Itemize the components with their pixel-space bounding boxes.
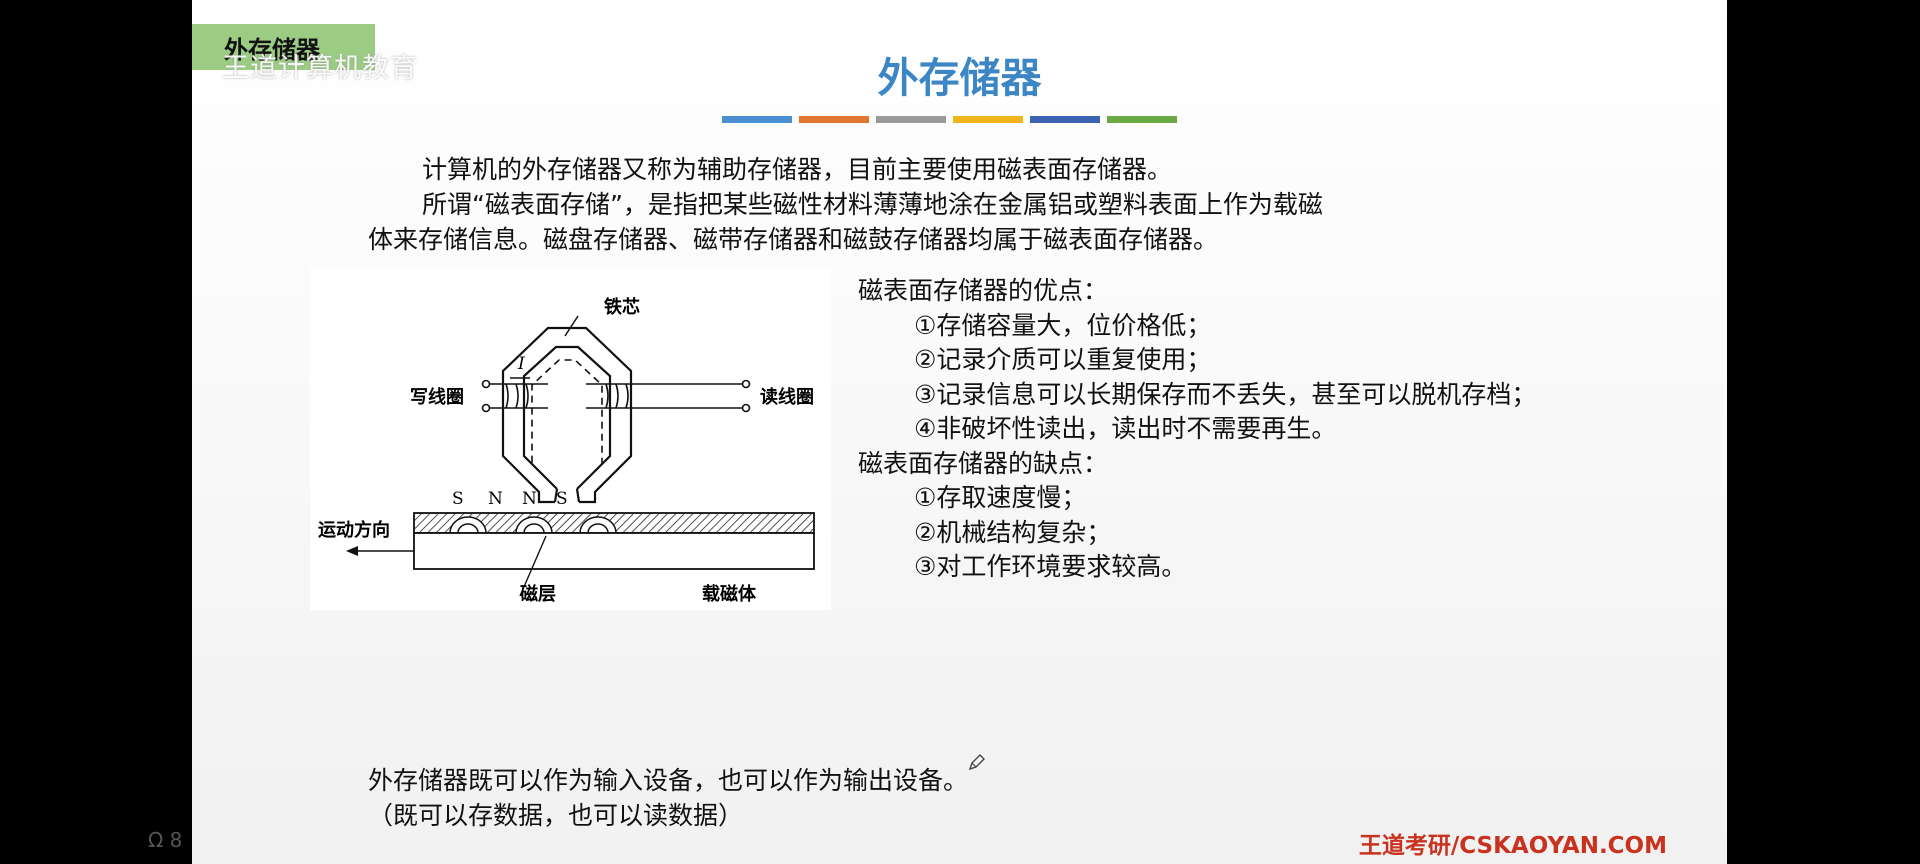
disadvantage-item: ②机械结构复杂； [914, 517, 1112, 547]
advantages-heading: 磁表面存储器的优点： [858, 276, 1109, 305]
intro-line-2: 所谓“磁表面存储”，是指把某些磁性材料薄薄地涂在金属铝或塑料表面上作为载磁 [422, 190, 1323, 219]
advantage-item: ②记录介质可以重复使用； [914, 345, 1212, 374]
color-bar [953, 116, 1023, 123]
current-label: I [517, 354, 525, 374]
layer-label: 磁层 [520, 583, 556, 605]
viewer-count-indicator: Ω 8 [148, 828, 183, 852]
magnetized-domains [449, 516, 617, 534]
pole-label: S [452, 489, 464, 509]
slide-title: 外存储器 [877, 54, 1042, 102]
color-bar [876, 116, 946, 123]
advantage-item: ④非破坏性读出，读出时不需要再生。 [914, 414, 1337, 443]
read-coil-label: 读线圈 [760, 386, 814, 408]
pole-labels: S N N S [452, 489, 568, 509]
color-bar [799, 116, 869, 123]
color-bars [722, 116, 1177, 123]
intro-line-1: 计算机的外存储器又称为辅助存储器，目前主要使用磁表面存储器。 [422, 155, 1173, 184]
disadvantage-item: ①存取速度慢； [914, 483, 1087, 512]
motion-label: 运动方向 [318, 519, 390, 541]
advantage-item: ①存储容量大，位价格低； [914, 310, 1212, 340]
disadvantages-heading: 磁表面存储器的缺点： [858, 448, 1109, 478]
magnetic-head-figure: 铁芯 I 写线圈 读线圈 S N N S 运动方向 磁层 载磁体 [310, 268, 831, 610]
pros-cons-list: 磁表面存储器的优点： ①存储容量大，位价格低； ②记录介质可以重复使用； ③记录… [858, 274, 1536, 585]
intro-line-3: 体来存储信息。磁盘存储器、磁带存储器和磁鼓存储器均属于磁表面存储器。 [368, 225, 1219, 254]
pole-label: S [556, 489, 568, 509]
carrier-label: 载磁体 [702, 583, 757, 605]
pole-label: N [522, 489, 537, 509]
pole-label: N [488, 489, 503, 509]
color-bar [1107, 116, 1177, 123]
bottom-line-2: （既可以存数据，也可以读数据） [368, 801, 744, 830]
carrier-body [413, 532, 815, 570]
color-bar [722, 116, 792, 123]
magnetic-head-diagram: 铁芯 I 写线圈 读线圈 S N N S 运动方向 磁层 载磁体 [318, 296, 815, 605]
bottom-line-1: 外存储器既可以作为输入设备，也可以作为输出设备。 [368, 766, 969, 795]
color-bar [1030, 116, 1100, 123]
pen-cursor-icon [968, 754, 985, 771]
motion-arrow-icon [346, 546, 358, 556]
core-label: 铁芯 [604, 296, 640, 318]
slide: 外存储器 王道计算机教育 外存储器 计算机的外存储器又称为辅助存储器，目前主要使… [192, 0, 1727, 864]
write-coil-label: 写线圈 [410, 386, 464, 408]
disadvantage-item: ③对工作环境要求较高。 [914, 552, 1187, 581]
footer-brand: 王道考研/CSKAOYAN.COM [1358, 833, 1667, 859]
advantage-item: ③记录信息可以长期保存而不丢失，甚至可以脱机存档； [914, 379, 1537, 409]
write-coil [481, 379, 548, 413]
